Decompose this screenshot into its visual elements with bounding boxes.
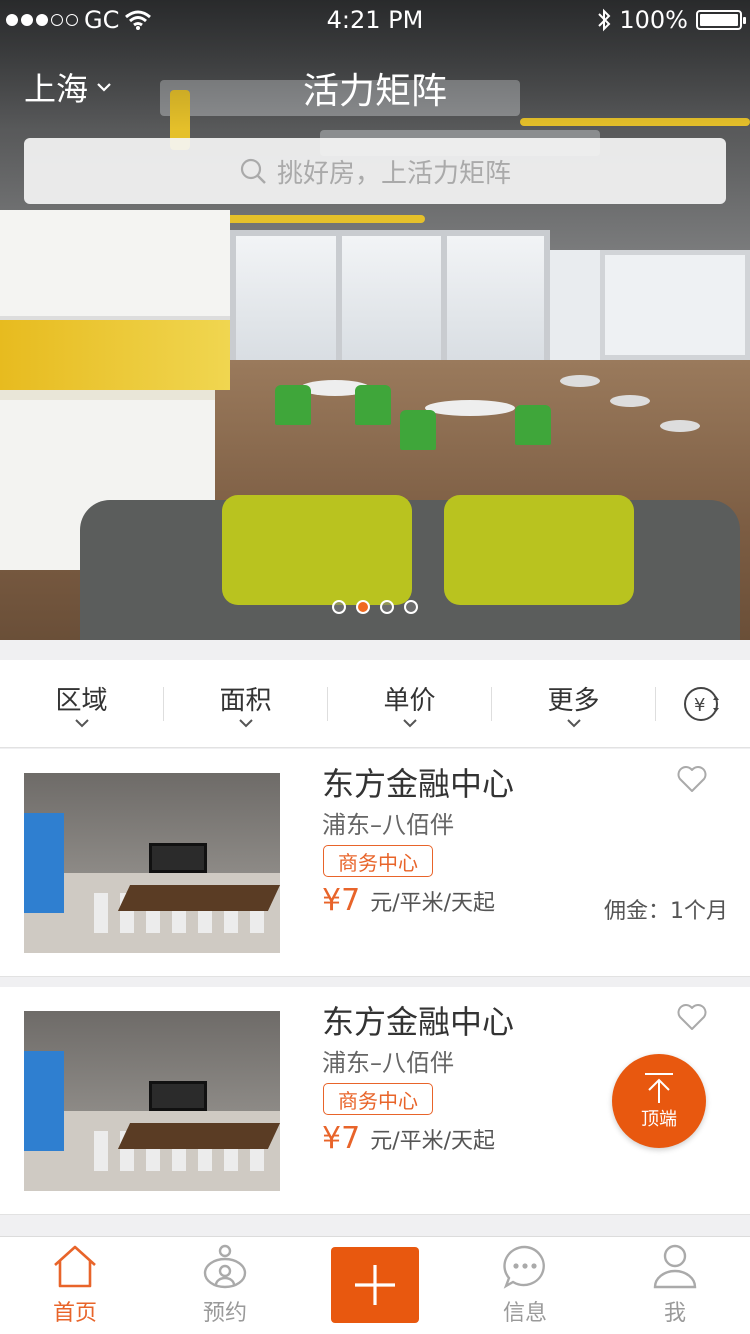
chevron-down-icon bbox=[238, 718, 253, 727]
banner-pager bbox=[0, 600, 750, 614]
search-placeholder: 挑好房，上活力矩阵 bbox=[276, 158, 511, 189]
filter-label: 区域 bbox=[55, 685, 108, 716]
listing-commission: 佣金：1个月 bbox=[604, 899, 728, 924]
chevron-down-icon bbox=[402, 718, 417, 727]
tab-home[interactable]: 首页 bbox=[25, 1243, 125, 1327]
pager-dot[interactable] bbox=[332, 600, 346, 614]
filter-unit-price[interactable]: 单价 bbox=[328, 660, 491, 748]
arrow-up-icon bbox=[645, 1073, 673, 1103]
price-value: ¥7 bbox=[322, 1121, 361, 1156]
bluetooth-icon bbox=[598, 8, 611, 32]
tab-bar: 首页 预约 信息 我 bbox=[0, 1236, 750, 1334]
tab-label: 预约 bbox=[202, 1301, 247, 1326]
banner-window bbox=[230, 230, 550, 370]
chevron-down-icon bbox=[566, 718, 581, 727]
listing-location: 浦东–八佰伴 bbox=[322, 1049, 454, 1077]
page-title: 活力矩阵 bbox=[302, 71, 447, 112]
back-to-top-button[interactable]: 顶端 bbox=[612, 1054, 706, 1148]
tab-label: 我 bbox=[663, 1301, 686, 1326]
back-to-top-label: 顶端 bbox=[641, 1109, 677, 1130]
chevron-down-icon bbox=[74, 718, 89, 727]
price-unit: 元/平米/天起 bbox=[370, 891, 496, 916]
price-unit: 元/平米/天起 bbox=[370, 1129, 496, 1154]
banner-pillow bbox=[222, 495, 412, 605]
listing-tag: 商务中心 bbox=[323, 845, 433, 877]
listing-location: 浦东–八佰伴 bbox=[322, 811, 454, 839]
chat-bubble-icon bbox=[503, 1245, 545, 1289]
yuan-sort-icon: ¥ bbox=[684, 686, 719, 721]
banner-table bbox=[425, 400, 515, 416]
price-sort-button[interactable]: ¥ bbox=[656, 684, 750, 724]
listing-title: 东方金融中心 bbox=[322, 765, 515, 803]
banner-chair bbox=[275, 385, 311, 425]
listing-title: 东方金融中心 bbox=[322, 1003, 515, 1041]
search-icon bbox=[240, 158, 266, 184]
banner-pipe bbox=[225, 215, 425, 223]
pager-dot-active[interactable] bbox=[356, 600, 370, 614]
banner-cabinet bbox=[0, 210, 230, 320]
banner-backsplash bbox=[0, 320, 230, 390]
filter-district[interactable]: 区域 bbox=[0, 660, 163, 748]
banner-chair bbox=[400, 410, 436, 450]
filter-label: 单价 bbox=[383, 685, 436, 716]
filter-bar: 区域 面积 单价 更多 ¥ bbox=[0, 660, 750, 748]
pager-dot[interactable] bbox=[380, 600, 394, 614]
banner-stool bbox=[560, 375, 600, 387]
filter-area[interactable]: 面积 bbox=[164, 660, 327, 748]
tab-booking[interactable]: 预约 bbox=[175, 1243, 275, 1327]
pager-dot[interactable] bbox=[404, 600, 418, 614]
banner-stool bbox=[660, 420, 700, 432]
search-input[interactable]: 挑好房，上活力矩阵 bbox=[24, 138, 726, 204]
banner-chair bbox=[355, 385, 391, 425]
listing-thumbnail bbox=[24, 773, 280, 953]
tab-label: 首页 bbox=[52, 1301, 97, 1326]
status-bar: GC 4:21 PM 100% bbox=[0, 0, 750, 40]
listing-price: ¥7 元/平米/天起 bbox=[322, 1121, 495, 1156]
filter-more[interactable]: 更多 bbox=[492, 660, 655, 748]
banner-chair bbox=[515, 405, 551, 445]
heart-icon[interactable] bbox=[676, 764, 708, 794]
heart-icon[interactable] bbox=[676, 1002, 708, 1032]
plus-icon bbox=[355, 1265, 395, 1305]
home-icon bbox=[54, 1245, 96, 1288]
banner-pillow bbox=[444, 495, 634, 605]
listing-card[interactable]: 东方金融中心 浦东–八佰伴 商务中心 ¥7 元/平米/天起 佣金：1个月 bbox=[0, 749, 750, 977]
svg-text:¥: ¥ bbox=[694, 695, 705, 716]
listing-tag: 商务中心 bbox=[323, 1083, 433, 1115]
tab-label: 信息 bbox=[502, 1301, 547, 1326]
filter-label: 面积 bbox=[219, 685, 272, 716]
banner-stool bbox=[610, 395, 650, 407]
booking-icon bbox=[203, 1244, 247, 1289]
battery-percent: 100% bbox=[619, 6, 688, 34]
tab-messages[interactable]: 信息 bbox=[475, 1243, 575, 1327]
battery-icon bbox=[696, 10, 746, 30]
user-icon bbox=[653, 1244, 697, 1289]
listing-price: ¥7 元/平米/天起 bbox=[322, 883, 495, 918]
tab-me[interactable]: 我 bbox=[625, 1243, 725, 1327]
banner-window bbox=[600, 250, 750, 360]
filter-label: 更多 bbox=[547, 685, 600, 716]
top-nav: 上海 活力矩阵 bbox=[0, 60, 750, 112]
add-button[interactable] bbox=[331, 1247, 419, 1323]
listing-thumbnail bbox=[24, 1011, 280, 1191]
price-value: ¥7 bbox=[322, 883, 361, 918]
